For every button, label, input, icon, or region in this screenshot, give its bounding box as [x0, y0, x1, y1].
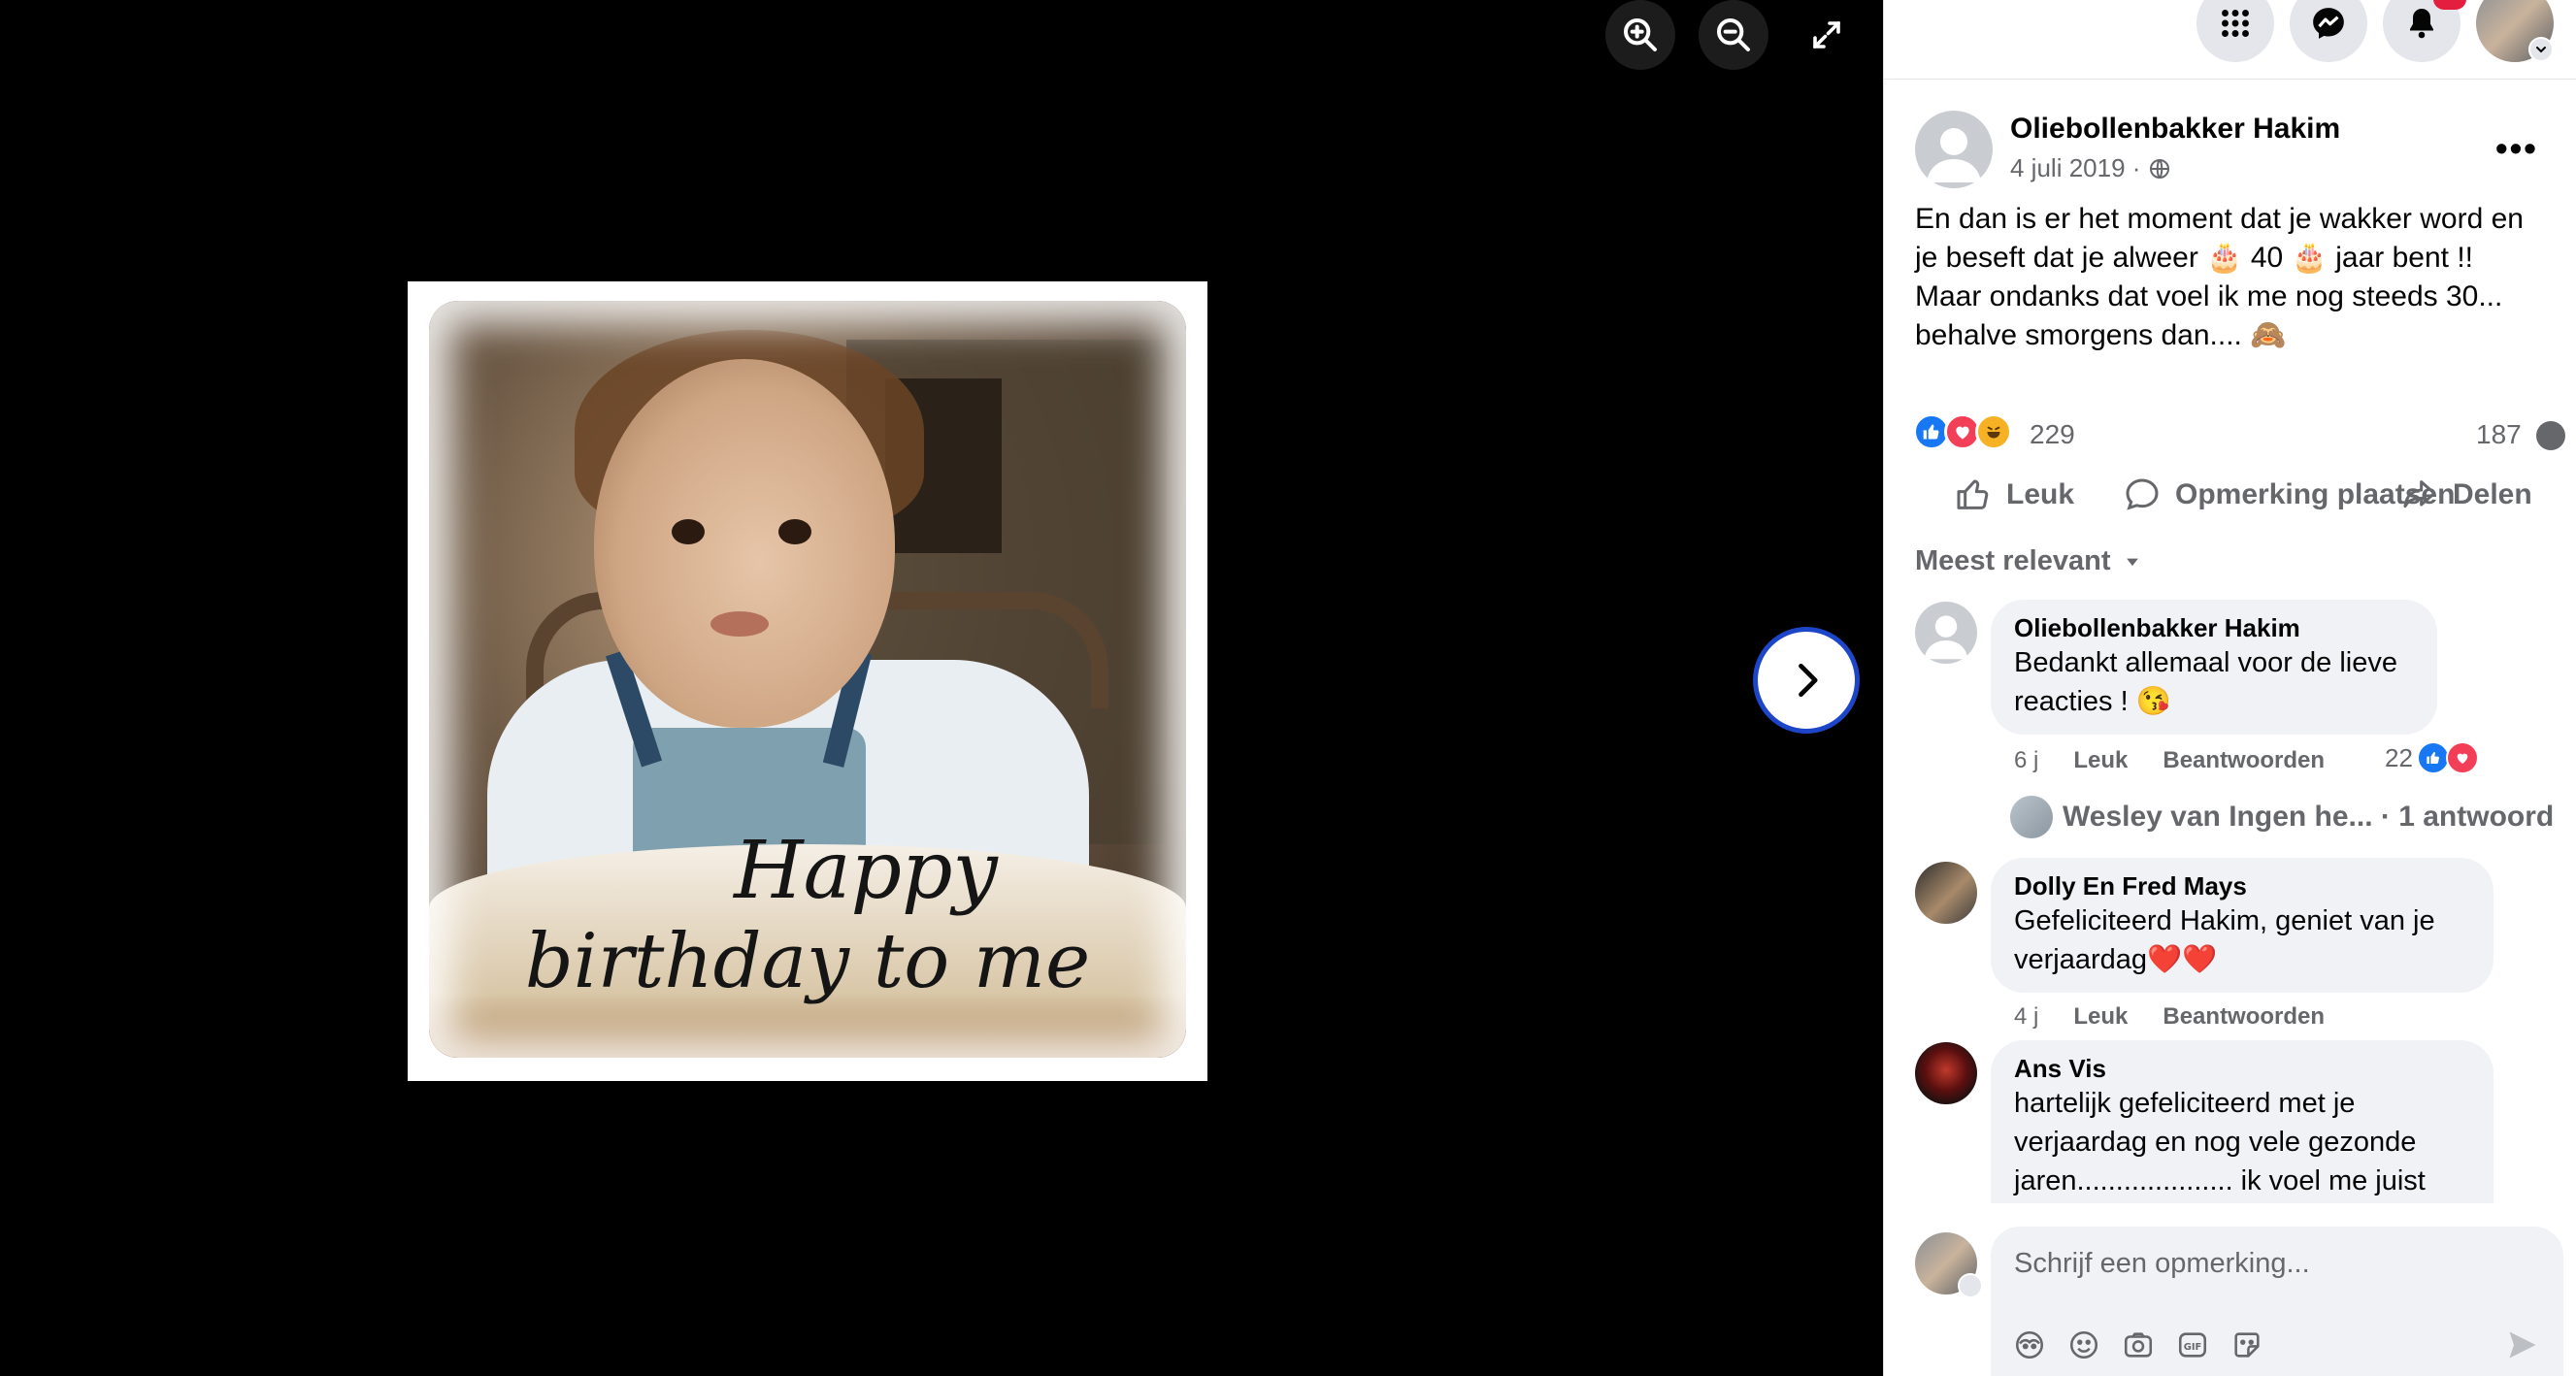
comment-icon	[2126, 478, 2159, 510]
zoom-out-button[interactable]	[1699, 0, 1768, 70]
post-meta: 4 juli 2019 ·	[2010, 153, 2171, 183]
thumbs-up-icon	[1957, 479, 1989, 509]
comment-sort-dropdown[interactable]: Meest relevant	[1915, 545, 2142, 577]
view-replies-label: Wesley van Ingen he... · 1 antwoord	[2063, 801, 2555, 833]
post-date[interactable]: 4 juli 2019 ·	[2010, 153, 2140, 183]
messenger-button[interactable]	[2290, 0, 2367, 62]
view-replies-link[interactable]: Wesley van Ingen he... · 1 antwoord	[2010, 796, 2554, 838]
avatar-sticker-button[interactable]	[2012, 1327, 2047, 1362]
comment-actions: 4 j Leuk Beantwoorden	[2014, 1003, 2325, 1031]
avatar-sticker-icon	[2015, 1330, 2044, 1360]
globe-icon	[2150, 158, 2170, 179]
chevron-right-icon	[1799, 663, 1818, 698]
comment-time[interactable]: 6 j	[2014, 747, 2038, 774]
svg-text:GIF: GIF	[2184, 1342, 2202, 1353]
post-action-bar: Leuk Opmerking plaatsen Delen	[1884, 466, 2576, 528]
like-button[interactable]: Leuk	[1954, 475, 2074, 514]
comment-bubble-icon	[2536, 421, 2565, 450]
reply-author-avatar	[2010, 796, 2053, 838]
share-button[interactable]: Delen	[2400, 475, 2532, 514]
sticker-icon	[2234, 1332, 2260, 1358]
comment-text: Gefeliciteerd Hakim, geniet van je verja…	[2014, 905, 2435, 975]
love-reaction-icon	[2445, 741, 2479, 774]
grid-menu-icon	[2222, 10, 2249, 37]
comment-text: hartelijk gefeliciteerd met je verjaarda…	[2014, 1088, 2426, 1196]
post-author-name[interactable]: Oliebollenbakker Hakim	[2010, 113, 2340, 146]
zoom-in-button[interactable]	[1605, 0, 1675, 70]
chevron-down-icon[interactable]	[1958, 1273, 1983, 1298]
notification-badge	[2433, 0, 2466, 10]
share-icon	[2403, 480, 2436, 508]
gif-button[interactable]: GIF	[2175, 1327, 2210, 1362]
comment-sort-label: Meest relevant	[1915, 545, 2111, 576]
comment-author[interactable]: Ans Vis	[2014, 1054, 2470, 1084]
account-menu-button[interactable]	[2528, 37, 2554, 62]
post-text: En dan is er het moment dat je wakker wo…	[1915, 203, 2524, 351]
comment-reply-button[interactable]: Beantwoorden	[2163, 1003, 2325, 1031]
author-avatar[interactable]	[1915, 111, 1993, 188]
photo-caption-line1: Happy	[734, 825, 998, 917]
chevron-down-icon	[2536, 47, 2546, 53]
photo-viewer: Happy birthday to me	[0, 0, 1883, 1376]
share-button-label: Delen	[2453, 478, 2532, 510]
zoom-in-icon	[1624, 18, 1657, 51]
reaction-icons[interactable]	[1913, 413, 2012, 450]
like-button-label: Leuk	[2006, 478, 2075, 510]
messenger-icon	[2313, 8, 2344, 39]
comment-count[interactable]: 187	[2476, 419, 2522, 450]
post-options-button[interactable]: •••	[2495, 128, 2538, 169]
bell-icon	[2410, 9, 2433, 39]
camera-icon	[2124, 1332, 2153, 1358]
photo-button[interactable]	[2121, 1327, 2156, 1362]
sticker-button[interactable]	[2229, 1327, 2264, 1362]
top-navigation-bar	[1884, 0, 2576, 80]
default-avatar-icon	[1924, 615, 1968, 660]
comment-reaction-count: 22	[2385, 742, 2413, 772]
comment-author-avatar[interactable]	[1915, 1042, 1977, 1104]
fullscreen-icon	[1813, 21, 1840, 49]
comment-author[interactable]: Dolly En Fred Mays	[2014, 871, 2470, 901]
emoji-button[interactable]	[2066, 1327, 2101, 1362]
comment-reaction-summary[interactable]: 22	[2385, 741, 2479, 774]
post-panel: Oliebollenbakker Hakim 4 juli 2019 · •••…	[1883, 0, 2576, 1376]
menu-button[interactable]	[2196, 0, 2274, 62]
comment-like-button[interactable]: Leuk	[2073, 1003, 2128, 1031]
reaction-count[interactable]: 229	[2030, 419, 2075, 450]
comment-text: Bedankt allemaal voor de lieve reacties …	[2014, 647, 2397, 717]
photo-image: Happy birthday to me	[429, 301, 1186, 1058]
next-photo-button[interactable]	[1753, 627, 1860, 734]
post-photo[interactable]: Happy birthday to me	[408, 281, 1207, 1081]
send-comment-button[interactable]	[2505, 1327, 2544, 1366]
emoji-icon	[2069, 1330, 2098, 1360]
caret-down-icon	[2126, 558, 2138, 566]
comment-actions: 6 j Leuk Beantwoorden	[2014, 747, 2325, 774]
haha-reaction-icon	[1975, 413, 2012, 450]
comment-input[interactable]	[2014, 1240, 2538, 1287]
comment-bubble: Ans Vis hartelijk gefeliciteerd met je v…	[1991, 1040, 2493, 1203]
comment-author[interactable]: Oliebollenbakker Hakim	[2014, 613, 2414, 643]
comment-reply-button[interactable]: Beantwoorden	[2163, 747, 2325, 774]
photo-caption-line2: birthday to me	[524, 918, 1091, 1005]
comment-bubble: Oliebollenbakker Hakim Bedankt allemaal …	[1991, 600, 2437, 735]
default-avatar-icon	[1927, 128, 1981, 182]
comment-author-avatar[interactable]	[1915, 602, 1977, 664]
comment-time[interactable]: 4 j	[2014, 1003, 2038, 1031]
comment-composer: GIF	[1884, 1203, 2576, 1376]
comment-input-box: GIF	[1991, 1227, 2563, 1376]
gif-icon: GIF	[2178, 1332, 2207, 1358]
comment-bubble: Dolly En Fred Mays Gefeliciteerd Hakim, …	[1991, 858, 2493, 993]
comment-like-button[interactable]: Leuk	[2073, 747, 2128, 774]
comment-author-avatar[interactable]	[1915, 862, 1977, 924]
zoom-out-icon	[1717, 18, 1750, 51]
send-icon	[2509, 1331, 2536, 1359]
like-reaction-icon	[2416, 741, 2450, 774]
fullscreen-button[interactable]	[1792, 0, 1862, 70]
